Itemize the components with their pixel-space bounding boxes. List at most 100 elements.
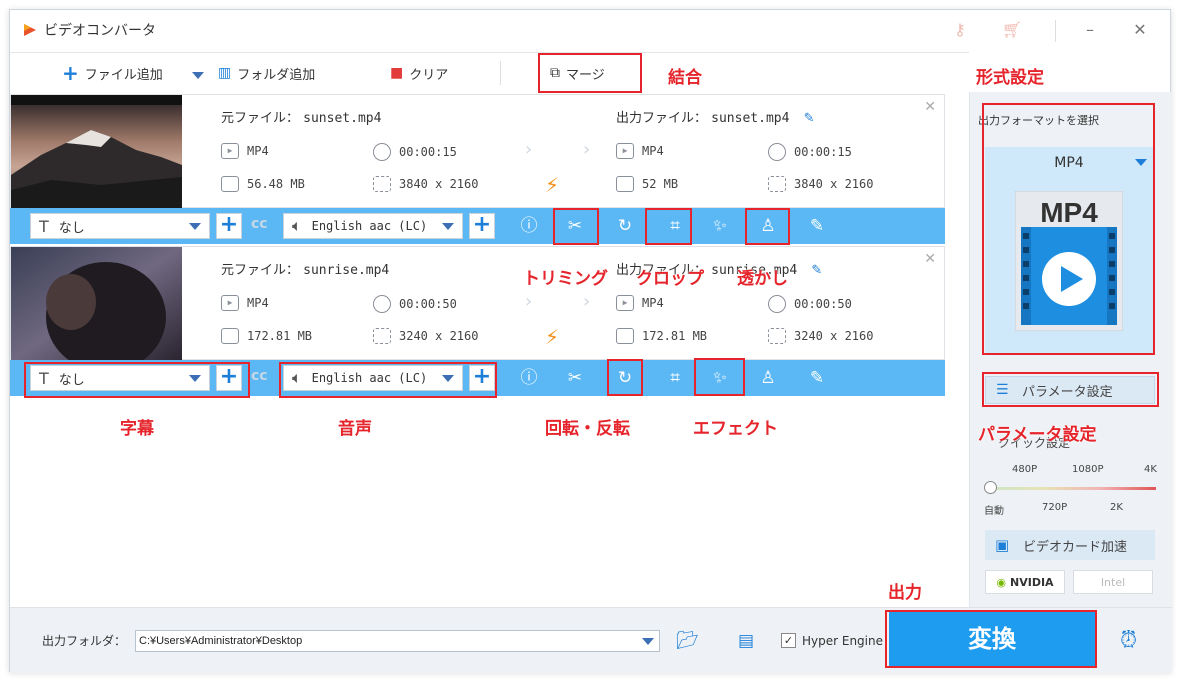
audio-select[interactable]: 🔈︎ English aac (LC): [283, 213, 463, 239]
chevron-down-icon: [189, 375, 201, 382]
edit-pencil-icon[interactable]: ✎: [811, 263, 822, 278]
video-output-icon[interactable]: ▤: [738, 631, 754, 651]
watermark-icon[interactable]: ♙: [756, 366, 780, 390]
out-format: ▶ MP4: [616, 143, 664, 159]
cart-icon[interactable]: 🛒︎: [998, 16, 1026, 44]
hyper-engine-checkbox[interactable]: ✓: [781, 633, 796, 648]
quality-slider-knob[interactable]: [984, 481, 997, 494]
subtitle-value: なし: [58, 372, 85, 388]
annotation-output: 出力: [888, 583, 922, 603]
crop-icon[interactable]: ⌗: [663, 214, 687, 238]
subtitle-edit-icon[interactable]: ✎: [805, 214, 829, 238]
title-divider: [1055, 20, 1056, 42]
gpu-acceleration-button[interactable]: ▣ ビデオカード加速: [985, 530, 1155, 560]
quality-tick: 2K: [1110, 502, 1123, 513]
audio-select[interactable]: 🔈︎ English aac (LC): [283, 365, 463, 391]
title-bar: ビデオコンバータ ⚷ 🛒︎ – ✕: [10, 10, 1170, 50]
rotate-icon[interactable]: ↻: [613, 366, 637, 390]
effect-wand-icon[interactable]: ✨︎: [708, 366, 732, 390]
quality-tick: 自動: [984, 506, 1004, 517]
quality-tick: 1080P: [1072, 464, 1104, 475]
edit-pencil-icon[interactable]: ✎: [804, 111, 815, 126]
add-folder-button[interactable]: ▥ フォルダ追加: [218, 61, 315, 85]
add-subtitle-button[interactable]: +: [216, 213, 242, 239]
source-name: sunset.mp4: [303, 111, 382, 126]
merge-label: マージ: [566, 67, 605, 83]
video-file-icon: ▶: [221, 143, 239, 159]
close-window-button[interactable]: ✕: [1126, 16, 1154, 44]
out-format-value: MP4: [642, 296, 664, 310]
add-subtitle-button[interactable]: +: [216, 365, 242, 391]
nvidia-eye-icon: ◉: [996, 575, 1007, 589]
video-file-icon: ▶: [221, 295, 239, 311]
remove-file-icon[interactable]: ✕: [924, 251, 936, 267]
minimize-button[interactable]: –: [1076, 16, 1104, 44]
chevron-down-icon[interactable]: [642, 638, 654, 645]
src-resolution: 3240 x 2160: [373, 328, 478, 344]
output-folder-path[interactable]: C:¥Users¥Administrator¥Desktop: [135, 630, 660, 652]
chevron-down-icon: [1135, 159, 1147, 166]
scissors-icon[interactable]: ✂: [563, 214, 587, 238]
video-file-icon: ▶: [616, 143, 634, 159]
folder-icon: [221, 328, 239, 344]
subtitle-select[interactable]: T なし: [30, 365, 210, 391]
app-logo-icon: [24, 24, 36, 36]
clock-icon: [373, 295, 391, 313]
parameter-settings-button[interactable]: ☰ パラメータ設定: [985, 376, 1155, 404]
out-resolution: 3240 x 2160: [768, 328, 873, 344]
src-size: 56.48 MB: [221, 176, 305, 192]
cc-icon[interactable]: cc: [251, 216, 268, 232]
source-file-name: 元ファイル： sunset.mp4: [221, 107, 381, 126]
annotation-rotate: 回転・反転: [545, 419, 630, 439]
quality-slider-track[interactable]: [990, 487, 1156, 490]
open-folder-icon[interactable]: 📂︎: [676, 630, 699, 651]
add-audio-button[interactable]: +: [469, 213, 495, 239]
src-format: ▶ MP4: [221, 143, 269, 159]
speaker-icon: 🔈︎: [292, 368, 302, 387]
src-size: 172.81 MB: [221, 328, 312, 344]
subtitle-edit-icon[interactable]: ✎: [805, 366, 829, 390]
add-file-dropdown-icon[interactable]: [192, 72, 204, 79]
alarm-clock-icon[interactable]: ⏰︎: [1120, 628, 1137, 653]
crop-icon[interactable]: ⌗: [663, 366, 687, 390]
output-format-label: 出力フォーマットを選択: [978, 114, 1099, 127]
toolbar: + ファイル追加 ▥ フォルダ追加 ■ クリア ⧉ マージ: [10, 52, 969, 92]
annotation-format: 形式設定: [976, 68, 1044, 88]
clock-icon: [768, 143, 786, 161]
source-name: sunrise.mp4: [303, 263, 390, 278]
out-size: 52 MB: [616, 176, 678, 192]
effect-wand-icon[interactable]: ✨︎: [708, 214, 732, 238]
merge-button[interactable]: ⧉ マージ: [550, 61, 605, 85]
remove-file-icon[interactable]: ✕: [924, 99, 936, 115]
toolbar-divider: [500, 61, 501, 85]
src-duration-value: 00:00:50: [399, 297, 457, 311]
subtitle-select[interactable]: T なし: [30, 213, 210, 239]
cc-icon[interactable]: cc: [251, 368, 268, 384]
convert-button[interactable]: 変換: [889, 611, 1095, 667]
key-icon[interactable]: ⚷: [946, 16, 974, 44]
hyper-engine-label: Hyper Engine: [802, 634, 883, 648]
add-file-button[interactable]: + ファイル追加: [62, 61, 163, 85]
intel-badge: Intel: [1073, 570, 1153, 594]
arrow-icon: ›: [583, 291, 591, 312]
video-thumbnail[interactable]: [11, 247, 182, 361]
intel-label: Intel: [1100, 575, 1126, 589]
add-audio-button[interactable]: +: [469, 365, 495, 391]
info-icon[interactable]: ⓘ: [517, 366, 541, 390]
rotate-icon[interactable]: ↻: [613, 214, 637, 238]
scissors-icon[interactable]: ✂: [563, 366, 587, 390]
annotation-trim: トリミング: [523, 269, 608, 289]
file-controls-1: T なし + cc 🔈︎ English aac (LC) + ⓘ ✂ ↻ ⌗ …: [10, 208, 945, 244]
info-icon[interactable]: ⓘ: [517, 214, 541, 238]
file-card-2: 元ファイル： sunrise.mp4 ▶ MP4 00:00:50 172.81 …: [10, 246, 945, 361]
output-format-selector[interactable]: MP4 MP4: [985, 147, 1153, 355]
add-file-label: ファイル追加: [84, 67, 163, 83]
file-controls-2: T なし + cc 🔈︎ English aac (LC) + ⓘ ✂ ↻ ⌗ …: [10, 360, 945, 396]
video-thumbnail[interactable]: [11, 95, 182, 209]
out-resolution-value: 3240 x 2160: [794, 329, 874, 343]
out-size: 172.81 MB: [616, 328, 707, 344]
clear-button[interactable]: ■ クリア: [390, 61, 448, 85]
annotation-effect: エフェクト: [693, 419, 778, 439]
src-size-value: 56.48 MB: [247, 177, 305, 191]
watermark-icon[interactable]: ♙: [756, 214, 780, 238]
